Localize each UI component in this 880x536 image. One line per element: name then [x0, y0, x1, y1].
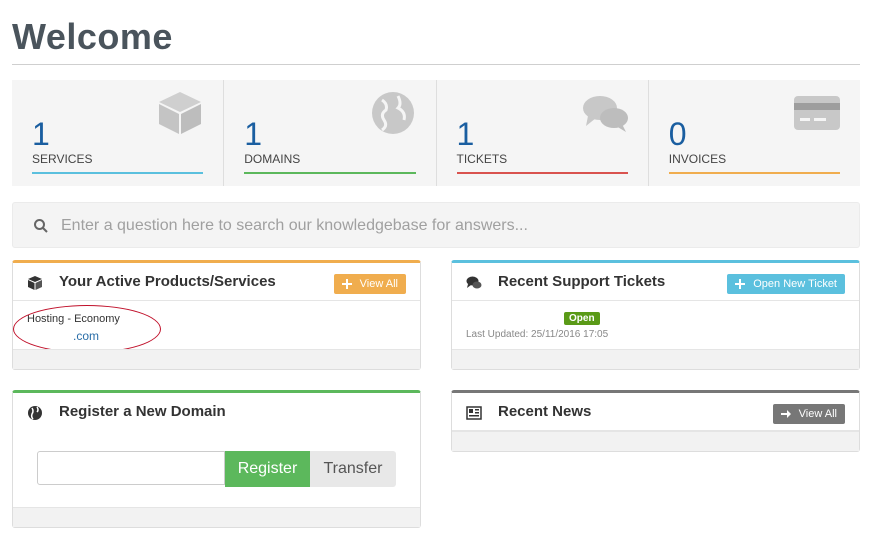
globe-icon: [371, 92, 414, 134]
tile-title: DOMAINS: [244, 152, 301, 166]
domain-search-input[interactable]: [37, 451, 225, 485]
stats-tiles: 1 SERVICES 1 DOMAINS 1 TICKETS 0 INVOICE…: [12, 80, 860, 186]
cube-icon: [159, 92, 202, 134]
page-title: Welcome: [12, 16, 173, 57]
status-badge: Open: [564, 312, 600, 325]
view-all-label: View All: [798, 408, 837, 420]
tile-title: INVOICES: [668, 152, 727, 166]
tile-stat: 1: [456, 116, 475, 152]
panel-footer: [13, 507, 420, 527]
panel-title: Your Active Products/Services: [59, 273, 276, 290]
panel-news: Recent News View All: [451, 390, 860, 452]
view-all-label: View All: [359, 278, 398, 290]
tile-invoices[interactable]: 0 INVOICES: [649, 80, 860, 186]
open-new-ticket-button[interactable]: Open New Ticket: [727, 274, 845, 294]
tile-bar: [668, 172, 840, 174]
view-all-button[interactable]: View All: [772, 404, 845, 424]
transfer-button[interactable]: Transfer: [310, 451, 396, 487]
tile-stat: 0: [668, 116, 687, 152]
comments-icon: [582, 96, 628, 132]
credit-card-icon: [794, 96, 840, 130]
panel-footer: [13, 349, 420, 369]
panel-register-domain: Register a New Domain Register Transfer: [12, 390, 421, 528]
arrow-right-icon: [780, 410, 791, 418]
panel-title: Register a New Domain: [59, 403, 226, 420]
tile-stat: 1: [32, 116, 50, 152]
newspaper-icon: [466, 406, 482, 420]
panel-services: Your Active Products/Services View All H…: [12, 260, 421, 370]
cube-icon: [28, 276, 42, 290]
panel-footer: [452, 431, 859, 451]
tile-bar: [244, 172, 416, 174]
panel-header: Your Active Products/Services View All: [13, 263, 420, 301]
panel-header: Recent News View All: [452, 393, 859, 431]
tile-stat: 1: [244, 116, 263, 152]
ticket-last-updated[interactable]: Last Updated: 25/11/2016 17:05: [466, 329, 608, 340]
highlight-ring: [13, 305, 161, 353]
panel-tickets: Recent Support Tickets Open New Ticket O…: [451, 260, 860, 370]
search-icon: [34, 219, 48, 233]
plus-icon: [735, 279, 746, 289]
plus-icon: [341, 279, 352, 289]
panel-header: Recent Support Tickets Open New Ticket: [452, 263, 859, 301]
tile-bar: [32, 172, 204, 174]
view-all-button[interactable]: View All: [333, 274, 406, 294]
tile-domains[interactable]: 1 DOMAINS: [224, 80, 437, 186]
panel-title: Recent News: [498, 403, 592, 420]
title-divider: [12, 64, 860, 65]
panel-header: Register a New Domain: [13, 393, 420, 431]
tile-title: SERVICES: [32, 152, 93, 166]
kb-search: [12, 202, 860, 248]
tile-bar: [456, 172, 628, 174]
tile-services[interactable]: 1 SERVICES: [12, 80, 225, 186]
panel-title: Recent Support Tickets: [498, 273, 666, 290]
register-button[interactable]: Register: [225, 451, 310, 487]
kb-search-input[interactable]: [61, 211, 841, 241]
tile-tickets[interactable]: 1 TICKETS: [437, 80, 649, 186]
globe-icon: [28, 406, 42, 420]
tile-title: TICKETS: [456, 152, 508, 166]
panel-footer: [452, 349, 859, 369]
comments-icon: [466, 276, 482, 289]
open-new-ticket-label: Open New Ticket: [753, 278, 837, 290]
